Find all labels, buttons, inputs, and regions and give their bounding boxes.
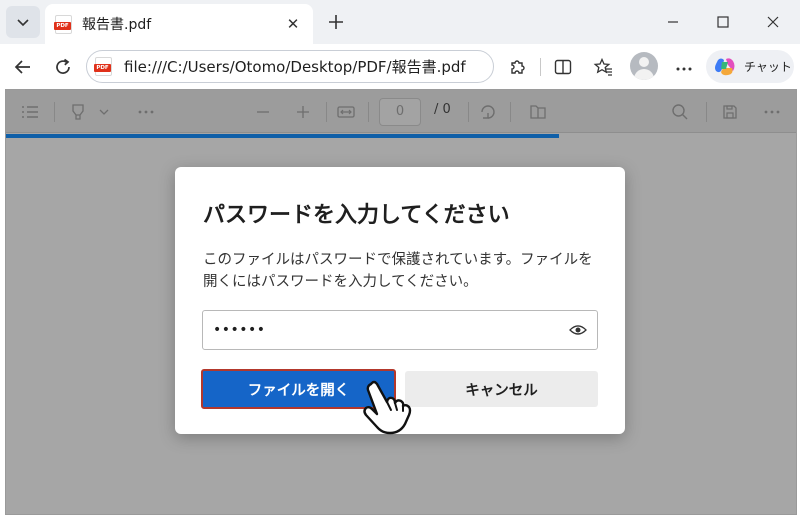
url-text[interactable]: file:///C:/Users/Otomo/Desktop/PDF/報告書.p… [124, 56, 466, 77]
draw-button[interactable] [66, 101, 90, 123]
loading-progress-bar [6, 134, 559, 138]
more-dots-icon [764, 110, 780, 114]
favorites-button[interactable] [588, 52, 618, 82]
copilot-chat-label: チャット [744, 60, 792, 74]
back-button[interactable] [8, 52, 38, 82]
password-input[interactable]: •••••• [202, 310, 598, 350]
minimize-button[interactable] [648, 0, 698, 44]
tab-strip: PDF 報告書.pdf ✕ [0, 0, 800, 44]
toolbar-divider [706, 102, 707, 122]
page-view-icon [530, 105, 546, 119]
copilot-logo-icon [715, 57, 735, 75]
more-dots-icon [138, 110, 154, 114]
hand-pointer-cursor-icon [363, 380, 412, 435]
pdf-toolbar: 0 / 0 [6, 90, 796, 133]
minimize-icon [668, 21, 678, 23]
highlighter-icon [72, 104, 84, 120]
tab-close-icon[interactable]: ✕ [283, 15, 303, 33]
chevron-down-icon [17, 19, 29, 27]
zoom-in-button[interactable] [292, 101, 314, 123]
close-window-button[interactable] [748, 0, 798, 44]
toolbar-divider [510, 102, 511, 122]
extensions-button[interactable] [502, 52, 532, 82]
navigation-bar: PDF file:///C:/Users/Otomo/Desktop/PDF/報… [0, 44, 800, 89]
draw-options-dropdown[interactable] [96, 101, 112, 123]
maximize-button[interactable] [698, 0, 748, 44]
toolbar-divider [326, 102, 327, 122]
split-screen-button[interactable] [548, 52, 578, 82]
password-value[interactable]: •••••• [213, 322, 569, 338]
dialog-message: このファイルはパスワードで保護されています。ファイルを開くにはパスワードを入力し… [203, 252, 593, 290]
tab-active[interactable]: PDF 報告書.pdf ✕ [45, 4, 313, 44]
back-arrow-icon [14, 60, 30, 74]
toolbar-divider [368, 102, 369, 122]
pdf-file-icon: PDF [54, 14, 72, 34]
zoom-out-button[interactable] [252, 101, 274, 123]
page-view-button[interactable] [526, 101, 550, 123]
settings-more-button[interactable] [672, 54, 696, 80]
toolbar-divider [54, 102, 55, 122]
search-button[interactable] [668, 101, 692, 123]
refresh-icon [56, 58, 70, 74]
pdf-file-icon: PDF [94, 57, 112, 76]
rotate-button[interactable] [476, 101, 500, 123]
more-tools-button[interactable] [134, 101, 158, 123]
avatar-body [634, 69, 654, 80]
tab-title: 報告書.pdf [82, 17, 152, 33]
minus-icon [257, 111, 269, 113]
eye-icon[interactable] [569, 324, 587, 336]
toolbar-divider [540, 58, 541, 76]
more-dots-icon [676, 67, 692, 71]
pdf-badge-text: PDF [94, 64, 111, 72]
dialog-title: パスワードを入力してください [203, 203, 510, 228]
fit-to-width-button[interactable] [334, 101, 358, 123]
pdf-more-button[interactable] [760, 101, 784, 123]
search-icon [672, 104, 688, 120]
favorites-star-icon [593, 57, 612, 76]
avatar-head [639, 57, 649, 67]
pdf-badge-text: PDF [54, 21, 71, 30]
close-icon [767, 16, 779, 28]
tab-actions-menu-button[interactable] [6, 6, 40, 38]
new-tab-button[interactable] [322, 8, 350, 36]
plus-icon [329, 15, 343, 29]
split-screen-icon [554, 59, 572, 75]
refresh-button[interactable] [48, 52, 78, 82]
puzzle-piece-icon [511, 60, 525, 74]
address-bar[interactable]: PDF file:///C:/Users/Otomo/Desktop/PDF/報… [86, 50, 494, 83]
save-icon [723, 105, 737, 119]
table-of-contents-icon [22, 106, 38, 118]
chevron-down-icon [99, 109, 109, 115]
copilot-chat-button[interactable]: チャット [706, 50, 794, 83]
page-number-input[interactable]: 0 [379, 98, 421, 126]
maximize-icon [717, 16, 729, 28]
profile-avatar[interactable] [630, 52, 658, 80]
contents-button[interactable] [18, 101, 42, 123]
fit-width-icon [337, 106, 355, 118]
toolbar-divider [468, 102, 469, 122]
save-button[interactable] [718, 101, 742, 123]
cancel-button[interactable]: キャンセル [405, 371, 598, 407]
page-total: / 0 [434, 102, 451, 117]
plus-icon [297, 106, 309, 118]
rotate-icon [481, 105, 495, 119]
